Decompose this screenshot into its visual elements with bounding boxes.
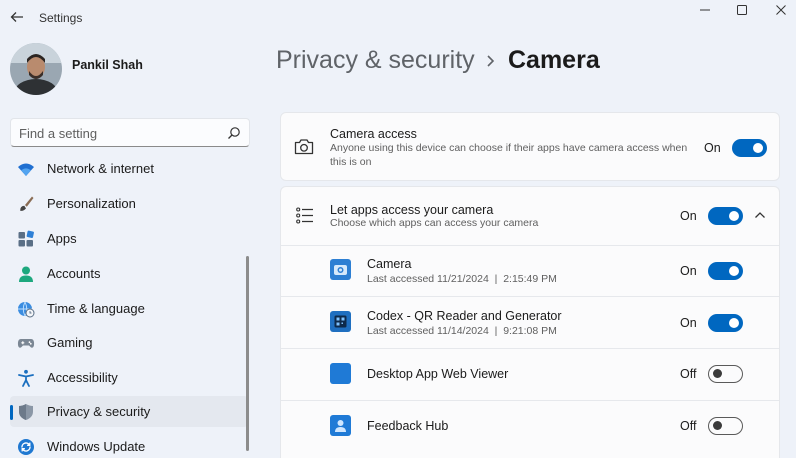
- sidebar-scrollbar[interactable]: [246, 256, 249, 451]
- app-row-codex: Codex - QR Reader and Generator Last acc…: [281, 297, 779, 348]
- web-viewer-toggle[interactable]: [708, 365, 743, 383]
- apps-access-card: Let apps access your camera Choose which…: [280, 186, 780, 458]
- chevron-right-icon: [487, 55, 495, 67]
- codex-app-toggle[interactable]: [708, 314, 743, 332]
- page-title: Camera: [508, 46, 600, 74]
- avatar: [10, 43, 62, 95]
- minimize-icon: [700, 9, 710, 11]
- search-input[interactable]: [19, 124, 219, 142]
- app-name: Desktop App Web Viewer: [367, 367, 509, 381]
- sidebar-item-privacy-security[interactable]: Privacy & security: [10, 396, 248, 427]
- sidebar-item-personalization[interactable]: Personalization: [10, 188, 248, 219]
- app-state: On: [680, 264, 697, 278]
- app-name: Camera: [367, 257, 412, 271]
- sidebar-item-label: Privacy & security: [47, 404, 151, 419]
- sidebar-item-label: Apps: [47, 231, 77, 246]
- camera-access-card: Camera access Anyone using this device c…: [280, 112, 780, 181]
- user-name: Pankil Shah: [72, 58, 143, 72]
- chevron-up-icon[interactable]: [754, 210, 766, 220]
- maximize-button[interactable]: [728, 2, 756, 18]
- toggle-knob: [713, 421, 722, 431]
- sidebar-item-network[interactable]: Network & internet: [10, 153, 248, 184]
- close-button[interactable]: [767, 2, 795, 18]
- sidebar-item-time-language[interactable]: Time & language: [10, 293, 248, 324]
- sidebar-item-gaming[interactable]: Gaming: [10, 327, 248, 358]
- sidebar-item-windows-update[interactable]: Windows Update: [10, 431, 248, 458]
- web-viewer-icon: [330, 363, 351, 384]
- title-bar: Settings: [0, 0, 796, 34]
- sidebar-item-apps[interactable]: Apps: [10, 223, 248, 254]
- app-state: On: [680, 316, 697, 330]
- sidebar-item-label: Network & internet: [47, 161, 154, 176]
- toggle-knob: [753, 143, 763, 153]
- app-title: Settings: [39, 11, 83, 25]
- camera-app-toggle[interactable]: [708, 262, 743, 280]
- feedback-hub-toggle[interactable]: [708, 417, 743, 435]
- apps-access-header[interactable]: Let apps access your camera Choose which…: [281, 187, 779, 245]
- sidebar-item-accessibility[interactable]: Accessibility: [10, 362, 248, 393]
- toggle-knob: [729, 266, 739, 276]
- avatar-photo-icon: [10, 43, 62, 95]
- sidebar-item-accounts[interactable]: Accounts: [10, 258, 248, 289]
- search-icon[interactable]: [227, 126, 241, 140]
- apps-access-toggle[interactable]: [708, 207, 743, 225]
- refresh-icon: [18, 439, 34, 455]
- accessibility-icon: [18, 369, 34, 387]
- apps-access-state: On: [680, 209, 697, 223]
- app-last-accessed: Last accessed 11/14/2024 | 9:21:08 PM: [367, 325, 557, 337]
- shield-icon: [19, 404, 33, 420]
- camera-icon: [294, 139, 314, 155]
- app-state: Off: [680, 419, 697, 433]
- breadcrumb-parent-link[interactable]: Privacy & security: [276, 46, 475, 75]
- back-button[interactable]: [6, 6, 28, 28]
- globe-clock-icon: [18, 301, 35, 318]
- person-icon: [19, 266, 33, 282]
- toggle-knob: [729, 318, 739, 328]
- apps-access-description: Choose which apps can access your camera: [330, 217, 539, 229]
- wifi-icon: [18, 163, 34, 176]
- camera-access-title: Camera access: [330, 127, 417, 141]
- search-box[interactable]: [10, 118, 250, 147]
- apps-icon: [18, 230, 34, 247]
- app-name: Feedback Hub: [367, 419, 449, 433]
- camera-access-description: Anyone using this device can choose if t…: [330, 142, 688, 168]
- app-last-accessed: Last accessed 11/21/2024 | 2:15:49 PM: [367, 273, 557, 285]
- maximize-icon: [737, 5, 747, 15]
- camera-access-toggle[interactable]: [732, 139, 767, 157]
- toggle-knob: [729, 211, 739, 221]
- sidebar-item-label: Windows Update: [47, 439, 146, 454]
- close-icon: [776, 5, 786, 15]
- gamepad-icon: [17, 339, 35, 348]
- app-row-camera: Camera Last accessed 11/21/2024 | 2:15:4…: [281, 246, 779, 296]
- app-state: Off: [680, 367, 697, 381]
- sidebar-item-label: Time & language: [47, 301, 145, 316]
- app-name: Codex - QR Reader and Generator: [367, 309, 562, 323]
- sidebar-item-label: Accounts: [47, 266, 101, 281]
- camera-app-icon: [330, 259, 351, 280]
- apps-access-title: Let apps access your camera: [330, 203, 494, 217]
- minimize-button[interactable]: [691, 2, 719, 18]
- camera-access-state: On: [704, 141, 721, 155]
- sidebar-item-label: Personalization: [47, 196, 136, 211]
- app-row-feedback-hub: Feedback Hub Off: [281, 401, 779, 452]
- qr-code-icon: [330, 311, 351, 332]
- sidebar-item-label: Accessibility: [47, 370, 118, 385]
- brush-icon: [20, 196, 34, 211]
- sidebar-item-label: Gaming: [47, 335, 93, 350]
- app-row-web-viewer: Desktop App Web Viewer Off: [281, 349, 779, 400]
- list-icon: [296, 207, 313, 224]
- toggle-knob: [713, 369, 722, 379]
- feedback-hub-icon: [330, 415, 351, 436]
- back-arrow-icon: [10, 12, 23, 22]
- selection-indicator: [10, 405, 13, 420]
